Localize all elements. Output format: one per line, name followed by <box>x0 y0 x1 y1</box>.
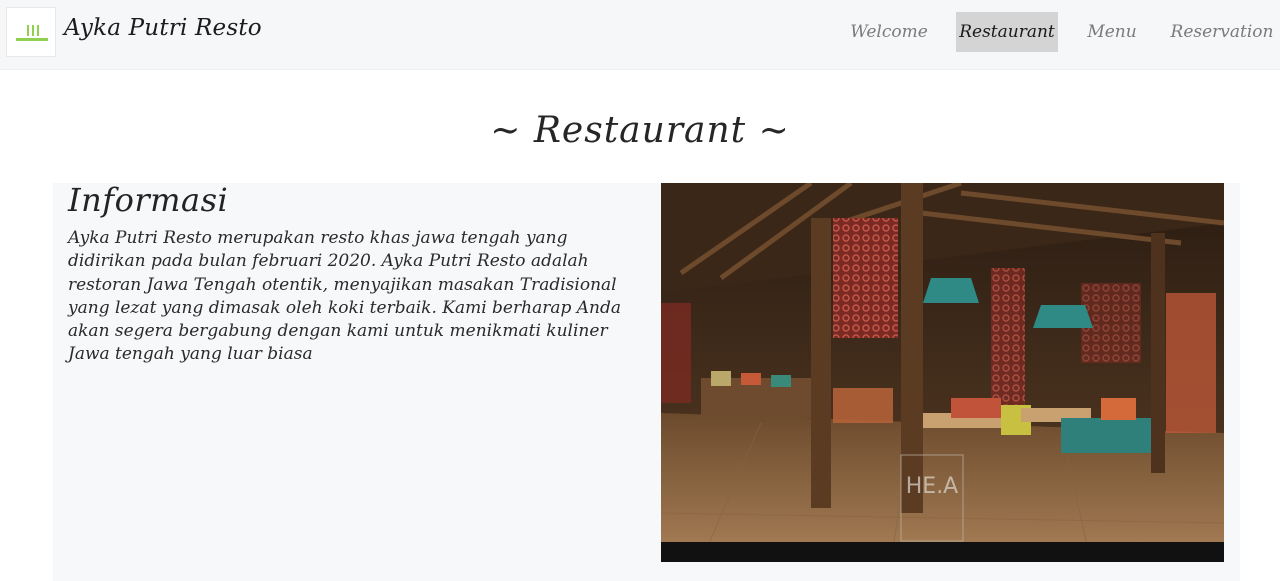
fork-logo-mark <box>27 25 39 36</box>
restaurant-interior-photo: HE.A <box>661 183 1224 562</box>
nav-restaurant[interactable]: Restaurant <box>956 12 1058 52</box>
restaurant-logo-icon[interactable] <box>6 7 56 57</box>
nav-welcome[interactable]: Welcome <box>848 12 930 52</box>
info-description: Ayka Putri Resto merupakan resto khas ja… <box>68 228 621 365</box>
photo-watermark: HE.A <box>906 474 959 499</box>
page-title: ~ Restaurant ~ <box>490 110 790 151</box>
navbar: Ayka Putri Resto Welcome Restaurant Menu… <box>0 0 1280 70</box>
nav-menu[interactable]: Menu <box>1084 12 1140 52</box>
brand-name[interactable]: Ayka Putri Resto <box>64 15 262 41</box>
info-heading: Informasi <box>68 181 229 219</box>
logo-underline <box>16 38 48 41</box>
nav-reservation[interactable]: Reservation <box>1170 12 1274 52</box>
